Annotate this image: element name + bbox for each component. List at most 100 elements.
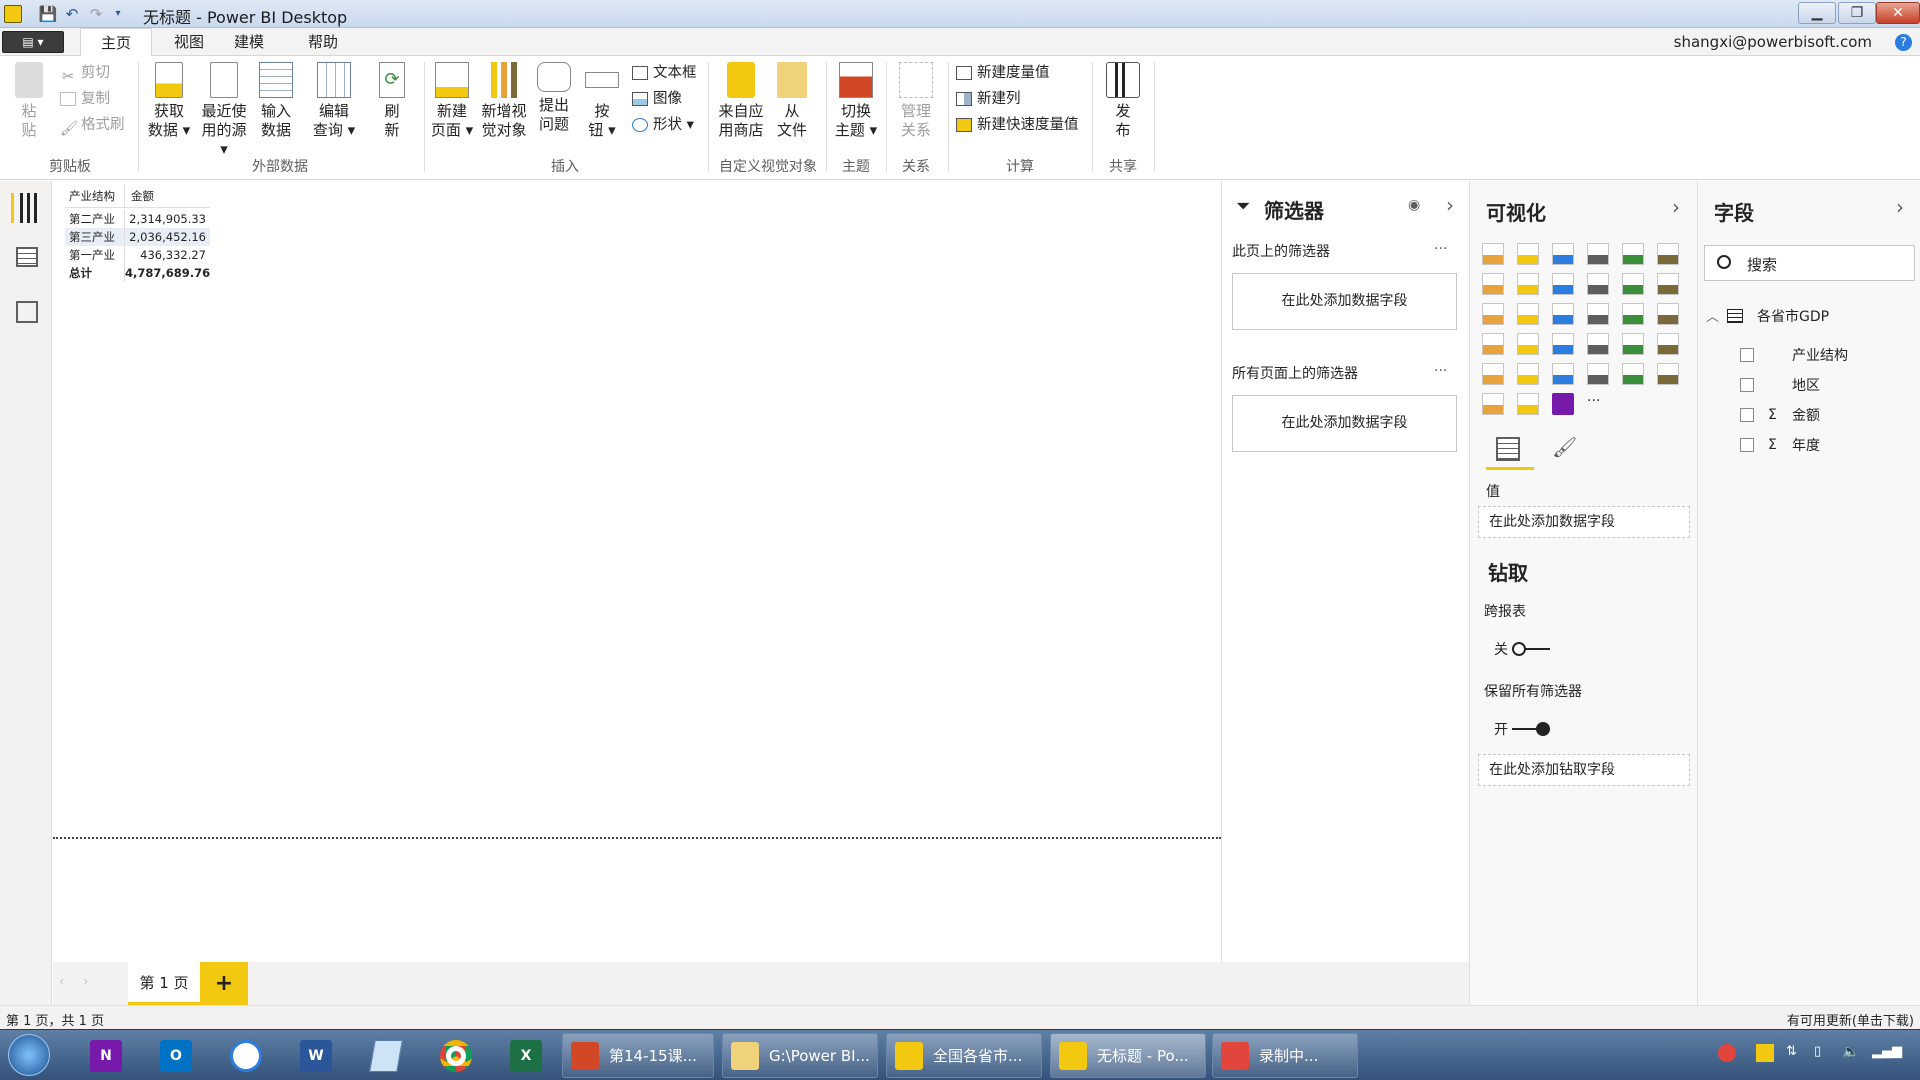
refresh-button[interactable]: ⟳ 刷新: [374, 62, 410, 140]
volume-icon[interactable]: 🔈: [1842, 1044, 1860, 1062]
this-page-filter-well[interactable]: 在此处添加数据字段: [1232, 273, 1457, 330]
recent-sources-button[interactable]: 最近使 用的源 ▾: [196, 62, 252, 159]
device-icon[interactable]: ▯: [1814, 1044, 1832, 1062]
waterfall-icon[interactable]: [1482, 303, 1504, 325]
taskbar-window-powerpoint[interactable]: 第14-15课...: [562, 1033, 714, 1078]
outlook-app-icon[interactable]: O: [148, 1034, 204, 1077]
tab-help[interactable]: 帮助: [290, 28, 356, 56]
shapes-button[interactable]: 形状 ▾: [632, 114, 694, 136]
column-header[interactable]: 产业结构: [65, 184, 125, 207]
all-pages-filter-well[interactable]: 在此处添加数据字段: [1232, 395, 1457, 452]
help-icon[interactable]: ?: [1895, 34, 1912, 51]
line-clustered-column-icon[interactable]: [1622, 273, 1644, 295]
manage-relationships-button[interactable]: 管理 关系: [892, 62, 940, 140]
collapse-chevron-icon[interactable]: ›: [1672, 195, 1680, 219]
add-page-button[interactable]: +: [200, 962, 248, 1005]
gauge-icon[interactable]: [1552, 333, 1574, 355]
fields-search-input[interactable]: 搜索: [1704, 245, 1915, 281]
field-item[interactable]: Σ 金额: [1740, 405, 1820, 425]
copy-button[interactable]: 复制: [60, 88, 110, 110]
ask-question-button[interactable]: 提出 问题: [534, 62, 574, 134]
from-store-button[interactable]: 来自应 用商店: [716, 62, 766, 140]
table-icon[interactable]: [1517, 363, 1539, 385]
collapse-chevron-icon[interactable]: ›: [1896, 195, 1904, 219]
keep-filters-toggle[interactable]: [1512, 721, 1550, 737]
eye-icon[interactable]: ◉: [1408, 197, 1420, 213]
field-checkbox[interactable]: [1740, 378, 1754, 392]
line-chart-icon[interactable]: [1482, 273, 1504, 295]
matrix-icon[interactable]: [1552, 363, 1574, 385]
drillthrough-field-well[interactable]: 在此处添加钻取字段: [1478, 754, 1690, 786]
map-icon[interactable]: [1657, 303, 1679, 325]
data-view-icon[interactable]: [16, 247, 38, 267]
card-icon[interactable]: [1587, 333, 1609, 355]
scatter-chart-icon[interactable]: [1517, 303, 1539, 325]
kpi-icon[interactable]: [1657, 333, 1679, 355]
enter-data-button[interactable]: 输入 数据: [254, 62, 298, 140]
save-icon[interactable]: 💾: [38, 4, 58, 24]
field-item[interactable]: Σ 年度: [1740, 435, 1820, 455]
tab-view[interactable]: 视图: [156, 28, 222, 56]
ribbon-chart-icon[interactable]: [1657, 273, 1679, 295]
ime-icon[interactable]: [1718, 1044, 1736, 1062]
100-stacked-column-icon[interactable]: [1657, 243, 1679, 265]
new-visual-button[interactable]: 新增视 觉对象: [478, 62, 530, 140]
close-button[interactable]: ✕: [1876, 2, 1920, 24]
next-page-icon[interactable]: ›: [83, 974, 89, 990]
new-page-button[interactable]: 新建 页面 ▾: [430, 62, 474, 140]
field-item[interactable]: 产业结构: [1740, 345, 1848, 365]
field-checkbox[interactable]: [1740, 408, 1754, 422]
r-visual-icon[interactable]: [1587, 363, 1609, 385]
table-row[interactable]: 第二产业 2,314,905.33: [65, 210, 210, 228]
page-tab[interactable]: 第 1 页: [128, 962, 200, 1005]
format-paint-roller-icon[interactable]: 🖌: [1552, 435, 1577, 459]
app-logo-icon[interactable]: [4, 5, 22, 23]
powerbi-tray-icon[interactable]: [1756, 1044, 1774, 1062]
excel-app-icon[interactable]: X: [498, 1034, 554, 1077]
prev-page-icon[interactable]: ‹: [59, 974, 65, 990]
field-table-name[interactable]: 各省市GDP: [1757, 306, 1829, 326]
paste-button[interactable]: 粘贴: [12, 62, 46, 140]
field-item[interactable]: 地区: [1740, 375, 1820, 395]
funnel-icon[interactable]: [1517, 333, 1539, 355]
switch-theme-button[interactable]: 切换 主题 ▾: [832, 62, 880, 140]
taskbar-window-powerbi-1[interactable]: 全国各省市...: [886, 1033, 1042, 1078]
notepad-app-icon[interactable]: [358, 1034, 414, 1077]
taskbar-window-powerbi-2[interactable]: 无标题 - Po...: [1050, 1033, 1206, 1078]
stacked-bar-chart-icon[interactable]: [1482, 243, 1504, 265]
format-painter-button[interactable]: 🖌 格式刷: [60, 114, 125, 137]
pie-chart-icon[interactable]: [1552, 303, 1574, 325]
network-icon[interactable]: ⇅: [1786, 1044, 1804, 1062]
qa-visual-icon[interactable]: [1482, 393, 1504, 415]
donut-chart-icon[interactable]: [1587, 303, 1609, 325]
clustered-bar-chart-icon[interactable]: [1552, 243, 1574, 265]
stacked-column-chart-icon[interactable]: [1517, 243, 1539, 265]
report-canvas[interactable]: [53, 181, 1221, 961]
field-checkbox[interactable]: [1740, 438, 1754, 452]
update-available-link[interactable]: 有可用更新(单击下载): [1787, 1010, 1914, 1029]
chrome-app-icon[interactable]: [428, 1034, 484, 1077]
area-chart-icon[interactable]: [1517, 273, 1539, 295]
edit-queries-button[interactable]: 编辑 查询 ▾: [310, 62, 358, 140]
more-visuals-icon[interactable]: ···: [1587, 393, 1609, 415]
report-view-icon[interactable]: [11, 193, 41, 223]
clustered-column-chart-icon[interactable]: [1587, 243, 1609, 265]
user-account[interactable]: shangxi@powerbisoft.com: [1674, 33, 1872, 51]
table-visual[interactable]: 产业结构 金额 第二产业 2,314,905.33 第三产业 2,036,452…: [65, 184, 210, 282]
cut-button[interactable]: ✂ 剪切: [60, 62, 110, 85]
custom-visual-icon[interactable]: [1552, 393, 1574, 415]
quick-measure-button[interactable]: 新建快速度量值: [956, 114, 1079, 136]
table-row[interactable]: 第一产业 436,332.27: [65, 246, 210, 264]
stacked-area-icon[interactable]: [1552, 273, 1574, 295]
minimize-button[interactable]: ▁: [1798, 2, 1836, 24]
line-column-icon[interactable]: [1587, 273, 1609, 295]
expand-collapse-chevron-icon[interactable]: ︿: [1706, 306, 1719, 325]
signal-icon[interactable]: ▂▄▆: [1872, 1044, 1902, 1062]
more-options-icon[interactable]: ···: [1434, 241, 1447, 257]
field-checkbox[interactable]: [1740, 348, 1754, 362]
start-orb-icon[interactable]: [8, 1034, 50, 1076]
100-stacked-bar-icon[interactable]: [1622, 243, 1644, 265]
model-view-icon[interactable]: [16, 301, 38, 323]
from-file-button[interactable]: 从文件: [772, 62, 812, 140]
taskbar-window-explorer[interactable]: G:\Power BI...: [722, 1033, 878, 1078]
